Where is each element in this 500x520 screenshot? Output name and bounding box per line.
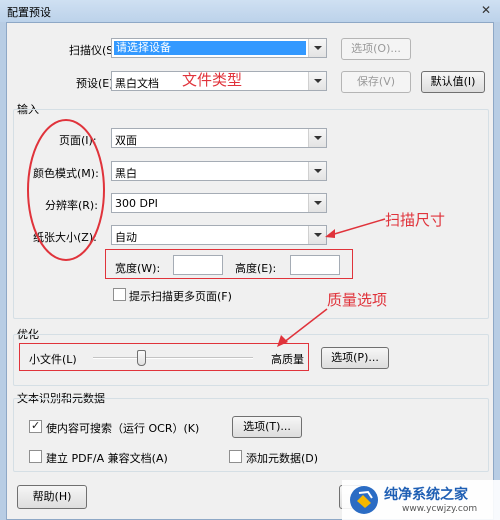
scanner-options-button[interactable]: 选项(O)... [341, 38, 411, 60]
high-quality-label: 高质量 [271, 353, 304, 366]
scanner-select[interactable]: 请选择设备 [111, 38, 327, 58]
pdfa-checkbox[interactable] [29, 450, 42, 463]
paper-size-value: 自动 [115, 231, 137, 244]
color-mode-select[interactable]: 黑白 [111, 161, 327, 181]
chevron-down-icon [308, 72, 326, 90]
save-button[interactable]: 保存(V) [341, 71, 411, 93]
quality-slider-thumb[interactable] [137, 350, 146, 366]
brand-logo-icon [350, 486, 378, 514]
annotation-scan-size: 扫描尺寸 [385, 211, 446, 229]
annotation-arrow-size [325, 218, 386, 238]
window-title: 配置预设 [7, 6, 51, 19]
watermark: 纯净系统之家 www.ycwjzy.com [342, 480, 500, 520]
annotation-ellipse [27, 119, 105, 261]
default-button[interactable]: 默认值(I) [421, 71, 485, 93]
width-field[interactable] [173, 255, 223, 275]
title-bar: 配置预设 ✕ [0, 0, 500, 22]
optimize-options-button[interactable]: 选项(P)... [321, 347, 389, 369]
watermark-url: www.ycwjzy.com [402, 504, 478, 514]
height-field[interactable] [290, 255, 340, 275]
annotation-file-type: 文件类型 [182, 71, 243, 89]
close-icon[interactable]: ✕ [478, 2, 494, 18]
preset-value: 黑白文档 [115, 77, 159, 90]
chevron-down-icon [308, 129, 326, 147]
pages-value: 双面 [115, 134, 137, 147]
width-label: 宽度(W): [115, 262, 161, 275]
height-label: 高度(E): [235, 262, 277, 275]
resolution-value: 300 DPI [115, 197, 158, 210]
resolution-select[interactable]: 300 DPI [111, 193, 327, 213]
dialog-client: 扫描仪(S): 请选择设备 选项(O)... 预设(E): 黑白文档 文件类型 … [6, 22, 494, 520]
chevron-down-icon [308, 39, 326, 57]
chevron-down-icon [308, 194, 326, 212]
searchable-label: 使内容可搜索（运行 OCR）(K) [46, 422, 200, 435]
pages-select[interactable]: 双面 [111, 128, 327, 148]
prompt-more-label: 提示扫描更多页面(F) [129, 290, 232, 303]
help-button[interactable]: 帮助(H) [17, 485, 87, 509]
color-mode-value: 黑白 [115, 167, 137, 180]
pdfa-label: 建立 PDF/A 兼容文档(A) [46, 452, 168, 465]
watermark-brand: 纯净系统之家 [384, 487, 468, 503]
small-file-label: 小文件(L) [29, 353, 77, 366]
metadata-checkbox[interactable] [229, 450, 242, 463]
annotation-quality-option: 质量选项 [327, 291, 388, 309]
quality-slider-track[interactable] [93, 357, 253, 359]
scanner-value: 请选择设备 [114, 41, 306, 55]
chevron-down-icon [308, 162, 326, 180]
ocr-options-button[interactable]: 选项(T)... [232, 416, 302, 438]
searchable-checkbox[interactable] [29, 419, 42, 433]
prompt-more-checkbox[interactable] [113, 288, 126, 301]
metadata-label: 添加元数据(D) [246, 452, 319, 465]
paper-size-select[interactable]: 自动 [111, 225, 327, 245]
